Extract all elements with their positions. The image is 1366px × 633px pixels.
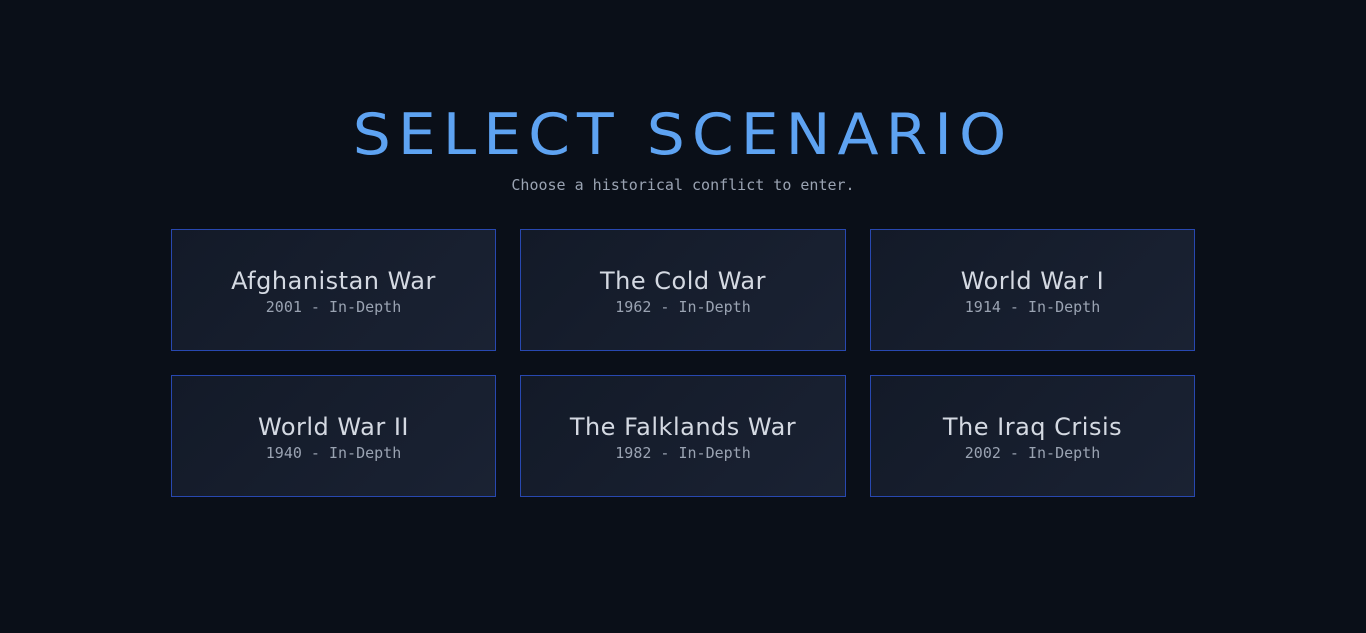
scenario-title: The Cold War bbox=[599, 267, 766, 295]
scenario-details: 1940 - In-Depth bbox=[265, 444, 402, 462]
scenario-title: World War I bbox=[960, 267, 1105, 295]
scenario-details: 1914 - In-Depth bbox=[964, 298, 1101, 316]
page-title: SELECT SCENARIO bbox=[352, 101, 1014, 169]
scenario-card-iraq-crisis[interactable]: The Iraq Crisis 2002 - In-Depth bbox=[870, 375, 1195, 497]
scenario-title: The Falklands War bbox=[569, 413, 797, 441]
scenario-title: The Iraq Crisis bbox=[942, 413, 1123, 441]
scenario-card-falklands-war[interactable]: The Falklands War 1982 - In-Depth bbox=[520, 375, 846, 497]
page-subtitle: Choose a historical conflict to enter. bbox=[511, 176, 855, 194]
scenario-details: 1982 - In-Depth bbox=[615, 444, 751, 462]
scenario-title: World War II bbox=[258, 413, 409, 441]
scenario-card-world-war-i[interactable]: World War I 1914 - In-Depth bbox=[870, 229, 1195, 351]
scenario-card-world-war-ii[interactable]: World War II 1940 - In-Depth bbox=[171, 375, 496, 497]
scenario-details: 2002 - In-Depth bbox=[964, 444, 1101, 462]
scenario-card-afghanistan-war[interactable]: Afghanistan War 2001 - In-Depth bbox=[171, 229, 496, 351]
scenario-details: 1962 - In-Depth bbox=[615, 298, 751, 316]
scenario-grid: Afghanistan War 2001 - In-Depth The Cold… bbox=[171, 229, 1195, 497]
scenario-title: Afghanistan War bbox=[231, 267, 436, 295]
scenario-card-cold-war[interactable]: The Cold War 1962 - In-Depth bbox=[520, 229, 846, 351]
scenario-details: 2001 - In-Depth bbox=[265, 298, 402, 316]
